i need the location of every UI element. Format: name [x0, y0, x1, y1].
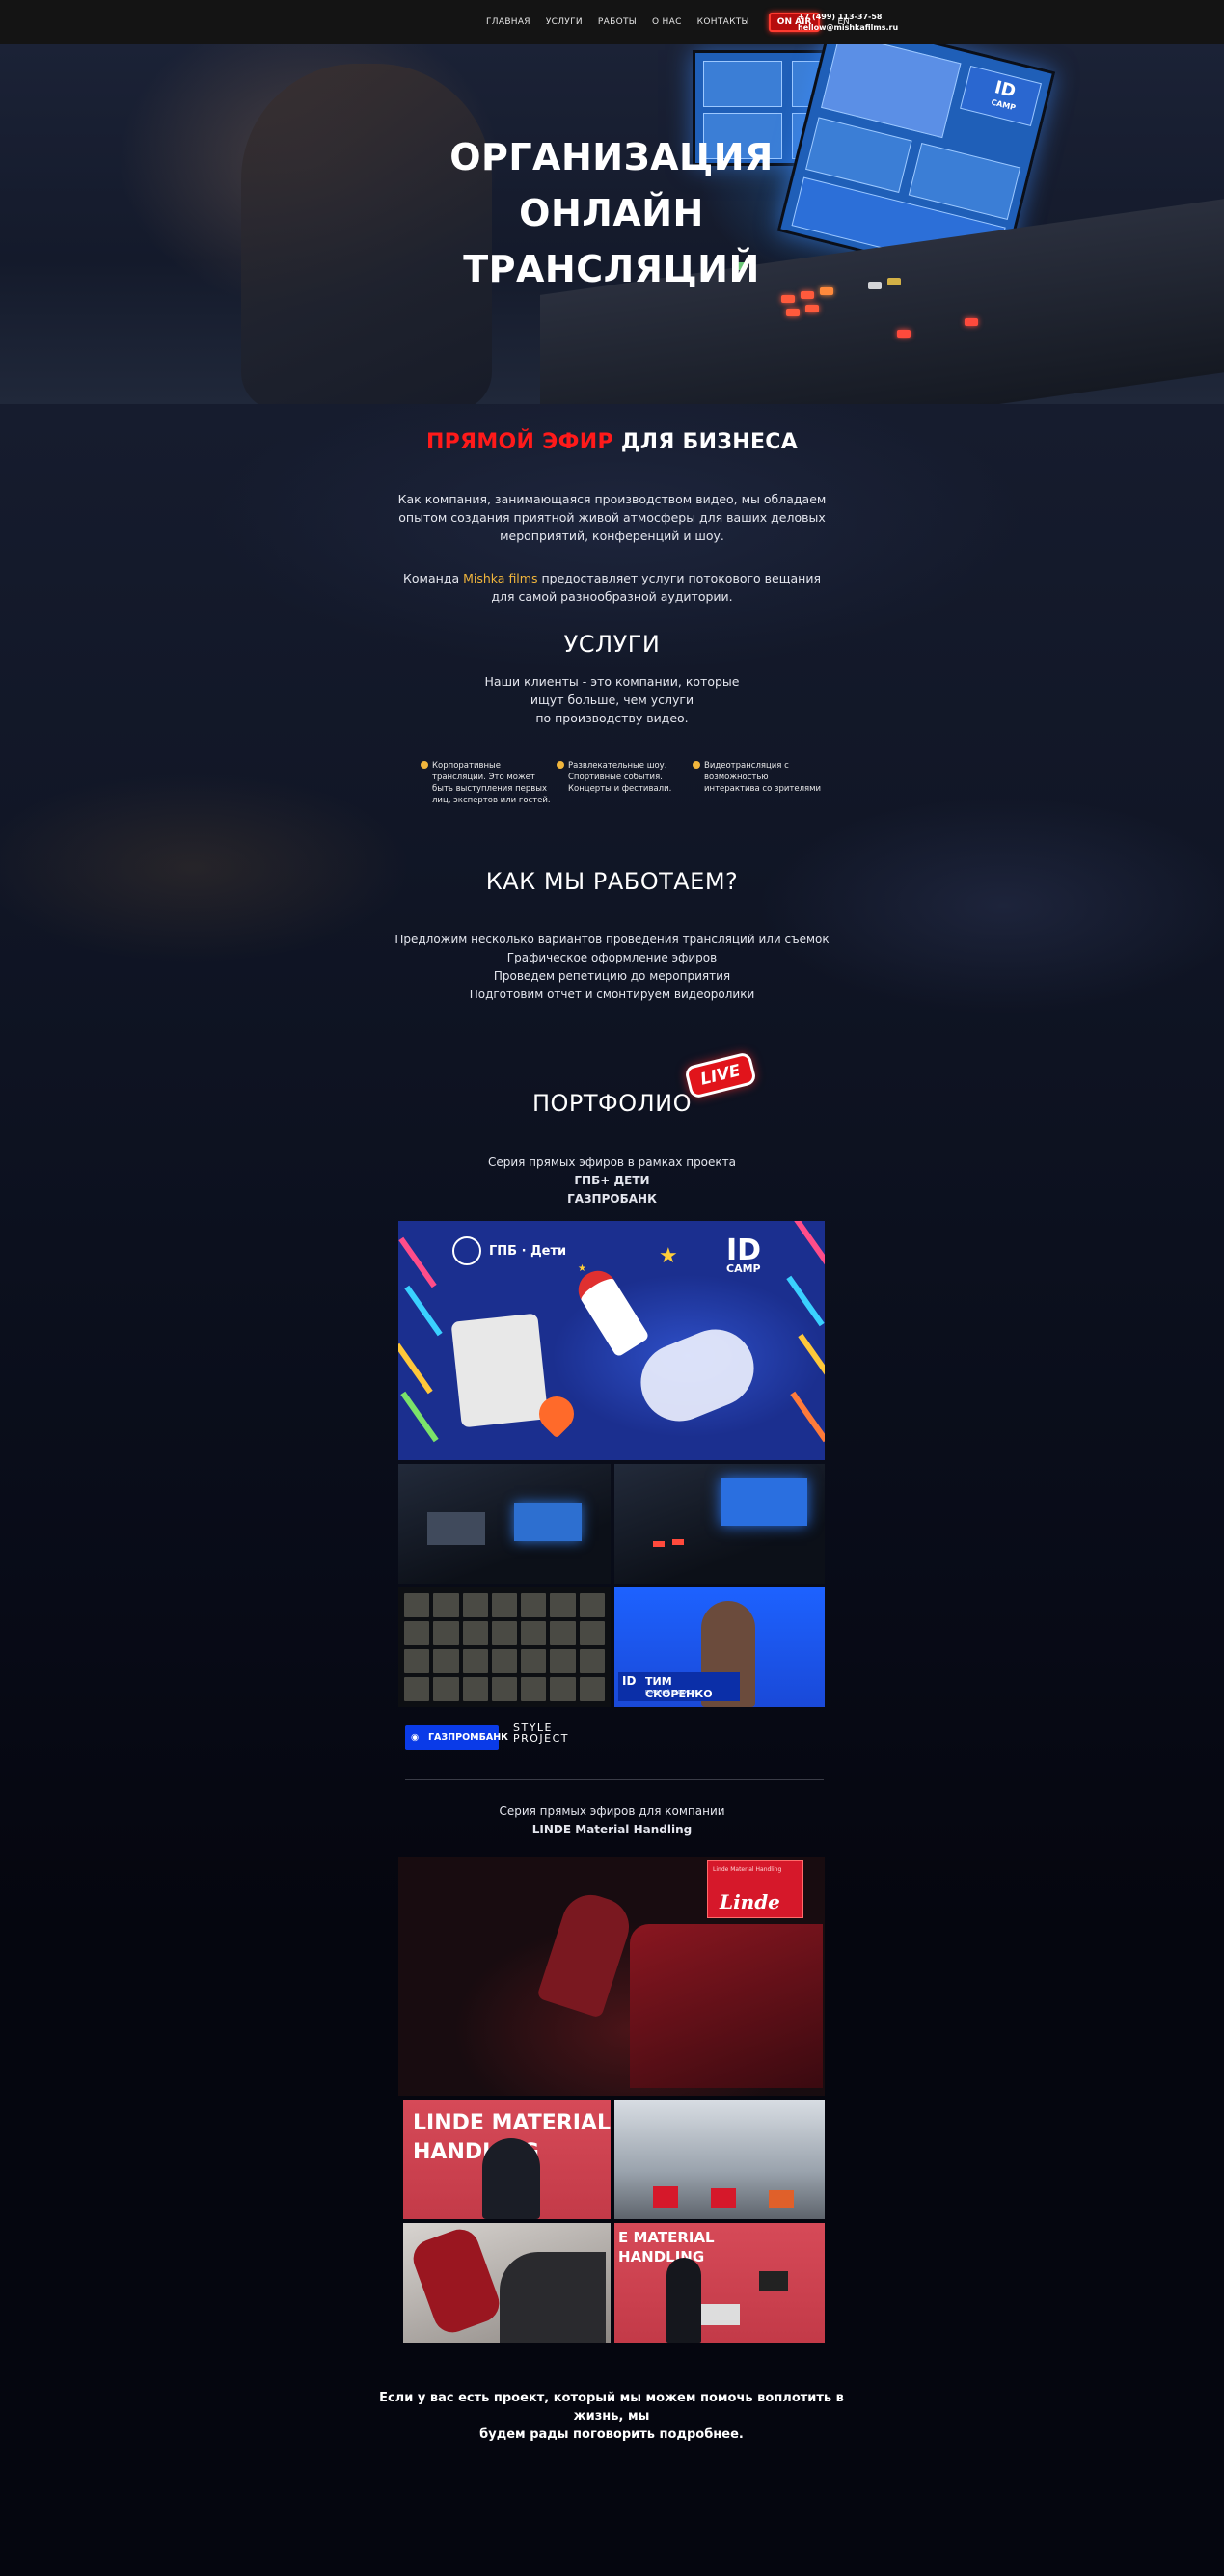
business-heading: ПРЯМОЙ ЭФИР ДЛЯ БИЗНЕСА	[425, 430, 799, 454]
services-subtitle: Наши клиенты - это компании, которые ищу…	[484, 674, 740, 725]
rocket-smoke	[629, 1317, 766, 1433]
gpb-logo-icon	[452, 1236, 481, 1265]
forklift-body	[630, 1924, 823, 2088]
top-navigation: ГЛАВНАЯ УСЛУГИ РАБОТЫ О НАС КОНТАКТЫ ON …	[0, 0, 1224, 44]
content-background	[0, 404, 1224, 2576]
project2-warehouse-photo	[614, 2100, 825, 2219]
project1-studio-photo	[398, 1464, 611, 1584]
presenter-figure	[482, 2138, 540, 2219]
rocket-illustration	[571, 1263, 650, 1358]
how-we-work-steps: Предложим несколько вариантов проведения…	[0, 931, 1224, 1004]
step-item: Проведем репетицию до мероприятия	[493, 969, 731, 983]
step-item: Предложим несколько вариантов проведения…	[394, 933, 830, 946]
service-item-interactive: Видеотрансляция с возможностью интеракти…	[693, 760, 839, 795]
nav-link-about[interactable]: О НАС	[652, 17, 682, 27]
email-link[interactable]: hellow@mishkafilms.ru	[798, 22, 898, 33]
nav-link-services[interactable]: УСЛУГИ	[546, 17, 583, 27]
project1-zoom-grid	[398, 1587, 611, 1707]
project2-engine-photo	[403, 2223, 611, 2343]
services-title: УСЛУГИ	[563, 631, 661, 658]
project2-caption: Серия прямых эфиров для компании LINDE M…	[499, 1804, 725, 1836]
star-icon: ★	[578, 1263, 586, 1274]
presenter-figure	[666, 2258, 701, 2343]
brand-link[interactable]: Mishka films	[463, 571, 537, 585]
header-contacts: +7 (499) 113-37-58 hellow@mishkafilms.ru	[798, 12, 898, 33]
project1-main-image: ГПБ · Дети ID CAMP ★ ★	[398, 1221, 825, 1460]
project2-presenter-photo: LINDE MATERIAL HANDLING	[403, 2100, 611, 2219]
step-item: Подготовим отчет и смонтируем видеоролик…	[469, 988, 755, 1001]
how-we-work-title: КАК МЫ РАБОТАЕМ?	[485, 868, 739, 895]
lower-third: ТИМ СКОРЕНКО ГЛАВНЫЙ РЕДАКТОР ID	[618, 1672, 740, 1701]
service-item-corporate: Корпоративные трансляции. Это может быть…	[421, 760, 567, 806]
phone-link[interactable]: +7 (499) 113-37-58	[798, 12, 898, 22]
business-paragraph-2: Команда Mishka films предоставляет услуг…	[403, 571, 821, 604]
section-divider	[405, 1779, 824, 1780]
hero-banner: ID CAMP ОРГАНИЗАЦИЯ ОНЛАЙН ТРАНСЛЯЦИЙ	[0, 44, 1224, 404]
mechanic-figure	[408, 2224, 504, 2338]
project2-camera-photo: E MATERIAL HANDLING	[614, 2223, 825, 2343]
project1-speaker-photo: ТИМ СКОРЕНКО ГЛАВНЫЙ РЕДАКТОР ID	[614, 1587, 825, 1707]
bullet-icon	[421, 761, 428, 769]
project1-caption: Серия прямых эфиров в рамках проекта ГПБ…	[487, 1155, 737, 1206]
cta-text: Если у вас есть проект, который мы можем…	[379, 2391, 844, 2442]
service-item-entertainment: Развлекательные шоу. Спортивные события.…	[557, 760, 703, 795]
step-item: Графическое оформление эфиров	[506, 951, 718, 964]
camera-icon	[759, 2271, 788, 2291]
gpb-caption: ГПБ · Дети	[489, 1244, 567, 1259]
nav-link-works[interactable]: РАБОТЫ	[598, 17, 637, 27]
nav-links: ГЛАВНАЯ УСЛУГИ РАБОТЫ О НАС КОНТАКТЫ ON …	[486, 0, 850, 44]
gazprombank-logo: ◉ ГАЗПРОМБАНК	[405, 1725, 508, 1750]
hero-title: ОРГАНИЗАЦИЯ ОНЛАЙН ТРАНСЛЯЦИЙ	[449, 136, 774, 290]
portfolio-title: ПОРТФОЛИО	[531, 1090, 692, 1117]
linde-logo: Linde Material Handling Linde	[707, 1860, 803, 1918]
id-camp-logo: ID CAMP	[726, 1234, 762, 1275]
project2-main-image: Linde Material Handling Linde	[398, 1857, 825, 2096]
astronaut-illustration	[450, 1313, 549, 1428]
style-project-logo: STYLE PROJECT	[513, 1722, 570, 1745]
business-paragraph-1: Как компания, занимающаяся производством…	[397, 492, 827, 543]
gazprom-flame-icon: ◉	[411, 1732, 420, 1743]
nav-link-home[interactable]: ГЛАВНАЯ	[486, 17, 530, 27]
star-icon: ★	[659, 1244, 678, 1268]
bullet-icon	[557, 761, 564, 769]
mechanic-figure	[536, 1887, 637, 2019]
project1-mixer-photo	[614, 1464, 825, 1584]
bullet-icon	[693, 761, 700, 769]
nav-link-contacts[interactable]: КОНТАКТЫ	[697, 17, 749, 27]
